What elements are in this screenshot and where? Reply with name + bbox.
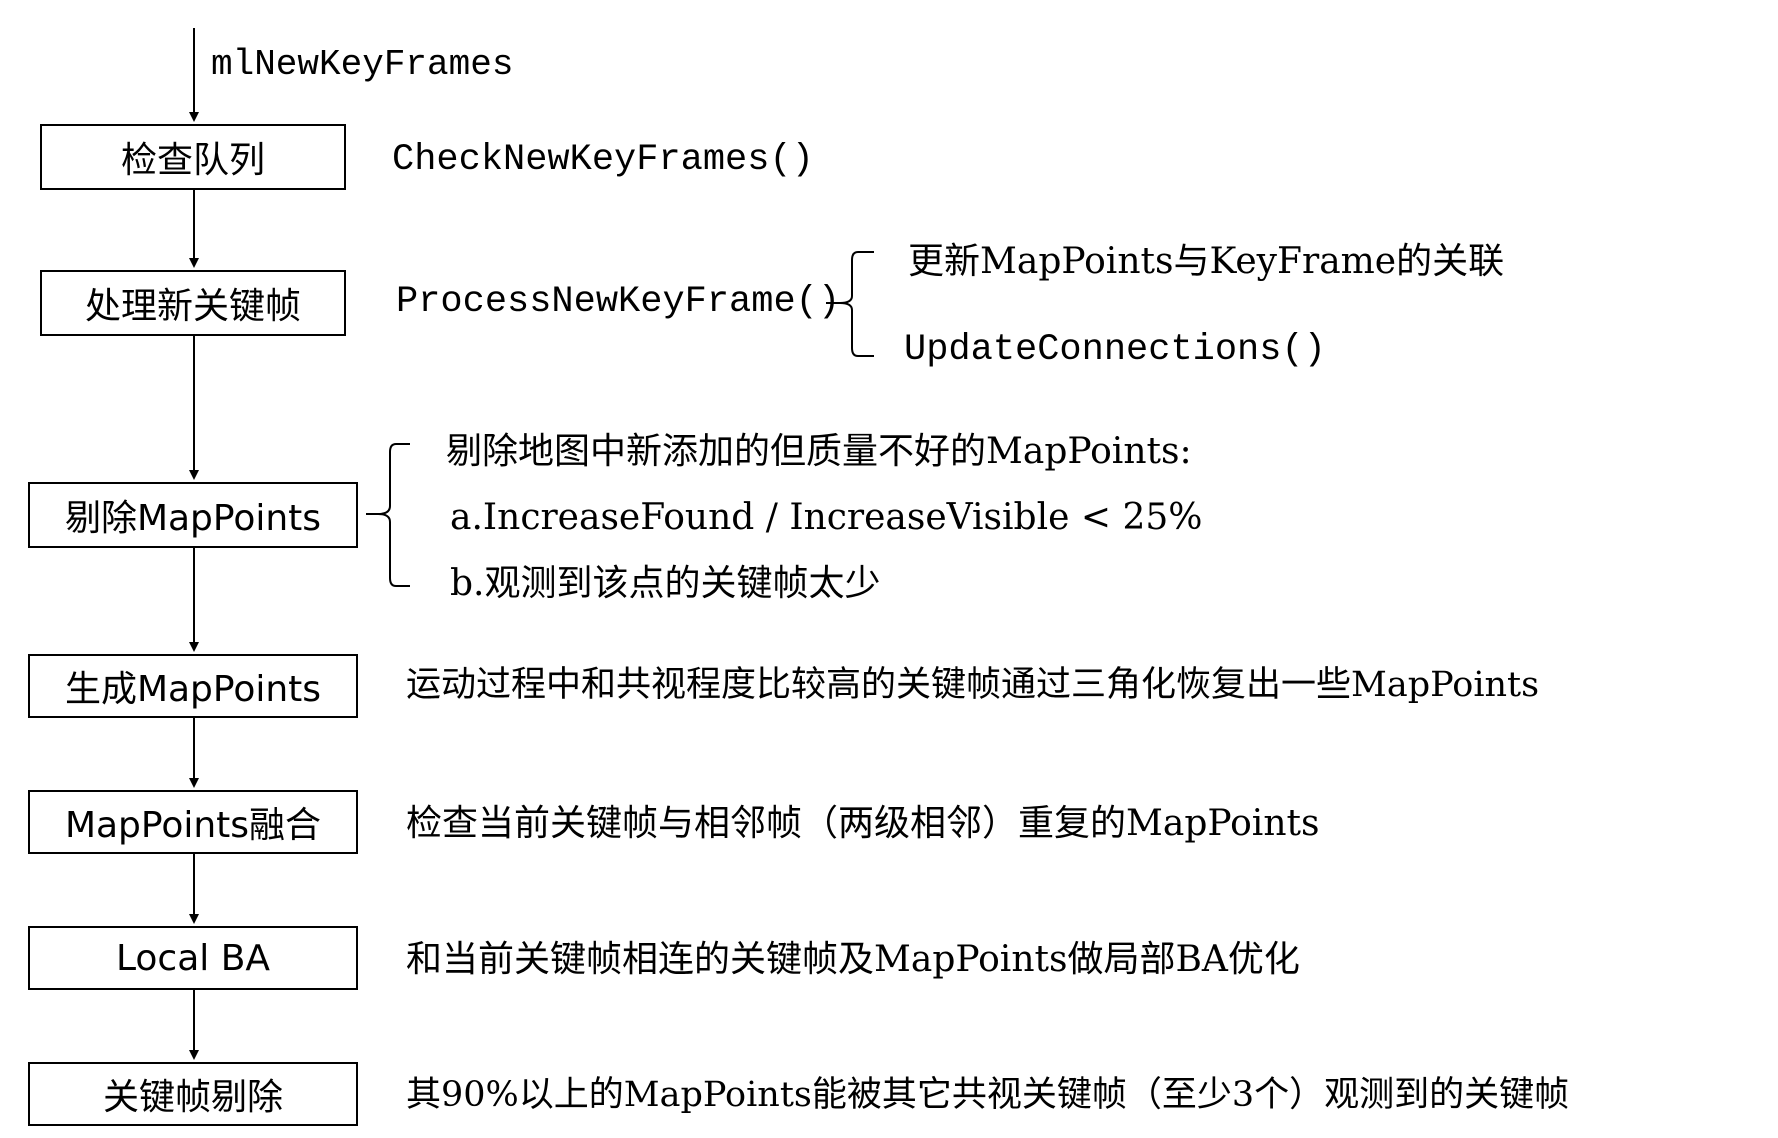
step-keyframe-culling: 关键帧剔除 <box>28 1062 358 1126</box>
desc-create-mappoints: 运动过程中和共视程度比较高的关键帧通过三角化恢复出一些MapPoints <box>406 665 1540 705</box>
step-fuse-mappoints: MapPoints融合 <box>28 790 358 854</box>
desc-check-queue: CheckNewKeyFrames() <box>392 139 814 181</box>
step-process-keyframe: 处理新关键帧 <box>40 270 346 336</box>
cull-branch-3: b.观测到该点的关键帧太少 <box>450 563 881 604</box>
process-branch-2: UpdateConnections() <box>904 329 1326 371</box>
desc-process-keyframe: ProcessNewKeyFrame() <box>396 281 841 323</box>
step-check-queue: 检查队列 <box>40 124 346 190</box>
flowchart: mlNewKeyFrames 检查队列 处理新关键帧 剔除MapPoints 生… <box>0 0 1778 1138</box>
cull-branch-2: a.IncreaseFound / IncreaseVisible < 25% <box>450 497 1203 538</box>
cull-branch-1: 剔除地图中新添加的但质量不好的MapPoints: <box>446 431 1192 472</box>
step-local-ba: Local BA <box>28 926 358 990</box>
desc-local-ba: 和当前关键帧相连的关键帧及MapPoints做局部BA优化 <box>406 939 1300 980</box>
step-cull-mappoints: 剔除MapPoints <box>28 482 358 548</box>
input-label: mlNewKeyFrames <box>211 44 514 85</box>
step-create-mappoints: 生成MapPoints <box>28 654 358 718</box>
desc-keyframe-culling: 其90%以上的MapPoints能被其它共视关键帧（至少3个）观测到的关键帧 <box>406 1075 1570 1115</box>
cull-brace <box>366 443 410 587</box>
process-branch-1: 更新MapPoints与KeyFrame的关联 <box>908 241 1505 282</box>
desc-fuse-mappoints: 检查当前关键帧与相邻帧（两级相邻）重复的MapPoints <box>406 803 1320 844</box>
